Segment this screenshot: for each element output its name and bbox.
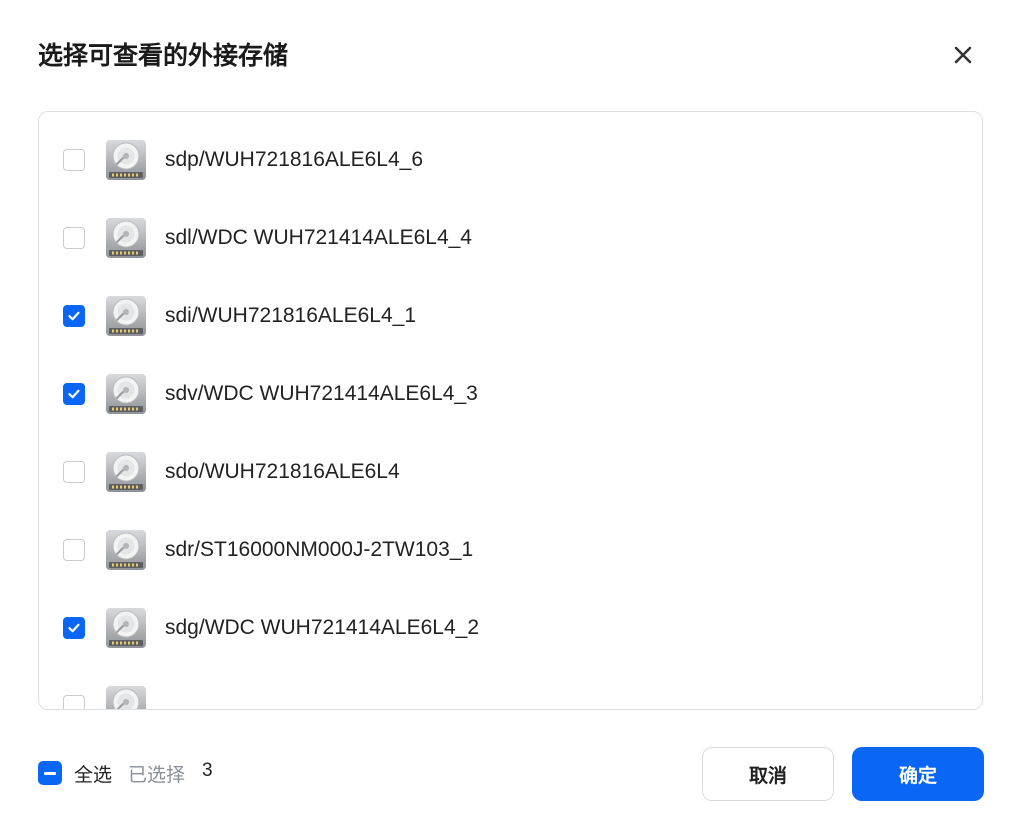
drive-checkbox[interactable] — [63, 227, 85, 249]
drive-label: sdl/WDC WUH721414ALE6L4_4 — [165, 226, 472, 249]
hard-drive-icon — [105, 217, 147, 259]
drive-checkbox[interactable] — [63, 539, 85, 561]
hard-drive-icon — [105, 607, 147, 649]
select-all-label[interactable]: 全选 — [74, 760, 112, 787]
drive-label: sdg/WDC WUH721414ALE6L4_2 — [165, 616, 479, 639]
drive-checkbox[interactable] — [63, 461, 85, 483]
drive-list[interactable]: sdp/WUH721816ALE6L4_6 sdl/WDC WUH721414A… — [38, 111, 983, 710]
select-all-checkbox[interactable] — [38, 761, 62, 785]
drive-row[interactable] — [39, 667, 982, 709]
confirm-button[interactable]: 确定 — [852, 747, 984, 801]
hard-drive-icon — [105, 685, 147, 709]
drive-checkbox[interactable] — [63, 383, 85, 405]
cancel-button[interactable]: 取消 — [702, 747, 834, 801]
drive-row[interactable]: sdv/WDC WUH721414ALE6L4_3 — [39, 355, 982, 433]
close-icon — [954, 46, 972, 64]
drive-row[interactable]: sdr/ST16000NM000J-2TW103_1 — [39, 511, 982, 589]
checkmark-icon — [67, 621, 81, 635]
drive-label: sdi/WUH721816ALE6L4_1 — [165, 304, 416, 327]
drive-checkbox[interactable] — [63, 617, 85, 639]
drive-row[interactable]: sdi/WUH721816ALE6L4_1 — [39, 277, 982, 355]
dialog-title: 选择可查看的外接存储 — [38, 41, 289, 70]
indeterminate-icon — [44, 771, 56, 775]
hard-drive-icon — [105, 529, 147, 571]
drive-checkbox[interactable] — [63, 695, 85, 709]
close-button[interactable] — [948, 40, 978, 70]
drive-row[interactable]: sdg/WDC WUH721414ALE6L4_2 — [39, 589, 982, 667]
drive-label: sdo/WUH721816ALE6L4 — [165, 460, 400, 483]
drive-label: sdp/WUH721816ALE6L4_6 — [165, 148, 424, 171]
hard-drive-icon — [105, 295, 147, 337]
checkmark-icon — [67, 309, 81, 323]
drive-checkbox[interactable] — [63, 305, 85, 327]
drive-label: sdv/WDC WUH721414ALE6L4_3 — [165, 382, 478, 405]
drive-label: sdr/ST16000NM000J-2TW103_1 — [165, 538, 474, 561]
hard-drive-icon — [105, 373, 147, 415]
storage-select-dialog: 选择可查看的外接存储 sdp/WUH721816ALE6L4_6 sdl/WDC… — [0, 0, 1020, 826]
selected-label: 已选择 — [128, 764, 186, 786]
hard-drive-icon — [105, 139, 147, 181]
drive-row[interactable]: sdl/WDC WUH721414ALE6L4_4 — [39, 199, 982, 277]
drive-checkbox[interactable] — [63, 149, 85, 171]
drive-row[interactable]: sdp/WUH721816ALE6L4_6 — [39, 121, 982, 199]
checkmark-icon — [67, 387, 81, 401]
selected-count: 3 — [202, 760, 213, 781]
hard-drive-icon — [105, 451, 147, 493]
drive-row[interactable]: sdo/WUH721816ALE6L4 — [39, 433, 982, 511]
